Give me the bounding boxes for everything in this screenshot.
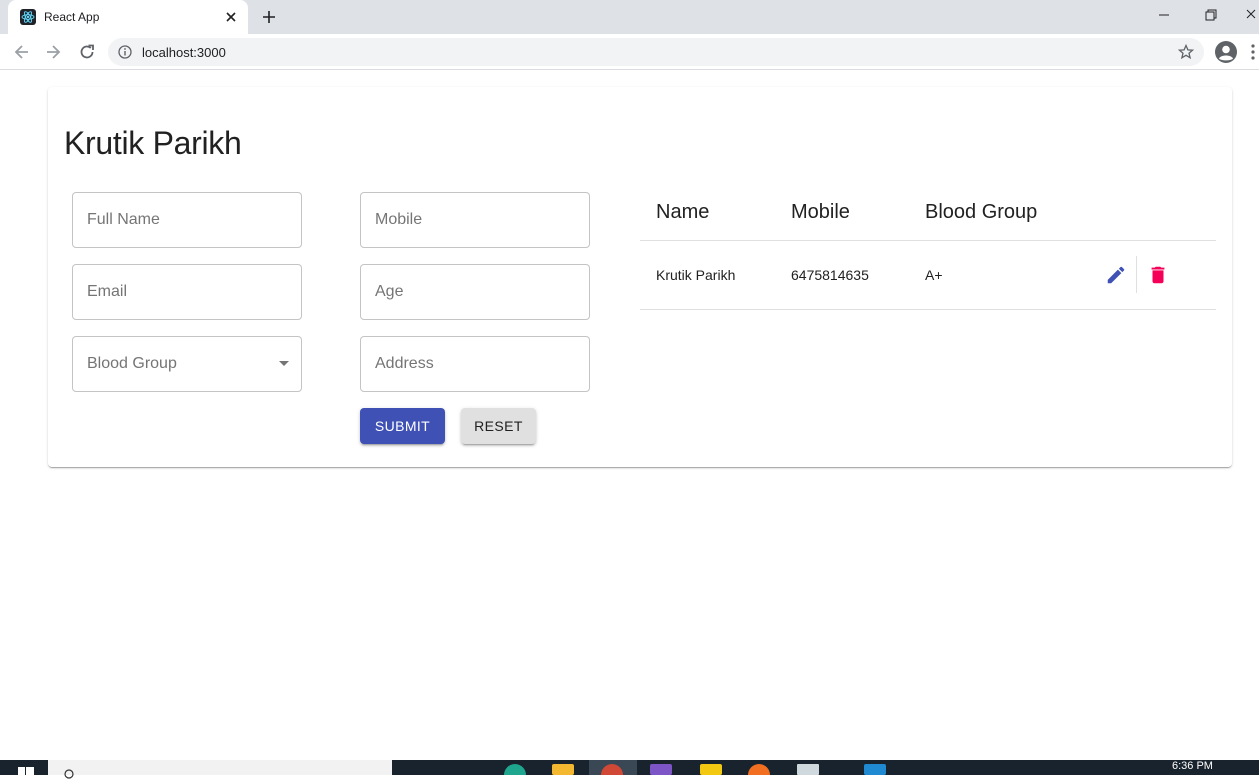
browser-toolbar: localhost:3000: [0, 34, 1259, 70]
window-close-icon[interactable]: [1233, 0, 1259, 30]
os-taskbar: 6:36 PM: [0, 760, 1259, 779]
header-blood-group: Blood Group: [925, 201, 1038, 223]
app-icon[interactable]: [797, 764, 819, 775]
info-icon[interactable]: [118, 45, 132, 59]
header-name: Name: [656, 201, 710, 223]
taskbar-clock: 6:36 PM: [1172, 760, 1213, 772]
react-logo-icon: [20, 9, 36, 25]
address-field[interactable]: Address: [360, 336, 590, 392]
profile-icon[interactable]: [1214, 40, 1238, 64]
app-icon[interactable]: [700, 764, 722, 775]
age-placeholder: Age: [375, 283, 404, 300]
restore-icon[interactable]: [1187, 0, 1233, 30]
header-mobile: Mobile: [791, 201, 850, 223]
blood-group-select[interactable]: Blood Group: [72, 336, 302, 392]
chevron-down-icon: [279, 361, 289, 366]
row-action-divider: [1136, 256, 1137, 293]
blood-group-placeholder: Blood Group: [87, 355, 177, 372]
browser-tabstrip: React App: [0, 0, 1259, 34]
address-bar[interactable]: localhost:3000: [108, 38, 1204, 66]
reset-button[interactable]: RESET: [461, 408, 536, 444]
submit-button[interactable]: SUBMIT: [360, 408, 445, 444]
visual-studio-icon[interactable]: [650, 764, 672, 775]
forward-icon[interactable]: [43, 42, 63, 62]
url-text: localhost:3000: [142, 45, 226, 60]
plus-icon[interactable]: [260, 8, 278, 26]
age-field[interactable]: Age: [360, 264, 590, 320]
address-placeholder: Address: [375, 355, 434, 372]
reload-icon[interactable]: [77, 42, 97, 62]
taskbar-search[interactable]: [48, 760, 392, 779]
app-icon[interactable]: [748, 764, 770, 775]
full-name-field[interactable]: Full Name: [72, 192, 302, 248]
star-icon[interactable]: [1177, 43, 1195, 61]
cell-name: Krutik Parikh: [656, 267, 736, 283]
cell-blood-group: A+: [925, 267, 943, 283]
windows-start-icon[interactable]: [18, 763, 34, 776]
edge-app-icon[interactable]: [504, 764, 526, 775]
email-placeholder: Email: [87, 283, 128, 300]
browser-tab[interactable]: React App: [8, 0, 248, 34]
table-row: Krutik Parikh 6475814635 A+: [640, 241, 1216, 310]
cell-mobile: 6475814635: [791, 267, 869, 283]
more-icon[interactable]: [1250, 43, 1256, 61]
file-explorer-icon[interactable]: [552, 764, 574, 775]
tab-title: React App: [44, 10, 100, 24]
table-header: Name Mobile Blood Group: [640, 187, 1216, 241]
email-field[interactable]: Email: [72, 264, 302, 320]
records-table: Name Mobile Blood Group Krutik Parikh 64…: [640, 187, 1216, 310]
delete-icon[interactable]: [1147, 264, 1169, 286]
edit-icon[interactable]: [1105, 264, 1127, 286]
close-icon[interactable]: [222, 8, 240, 26]
form-card: Krutik Parikh Full Name Mobile Email Age…: [48, 87, 1232, 467]
minimize-icon[interactable]: [1141, 0, 1187, 30]
mobile-placeholder: Mobile: [375, 211, 423, 228]
page-title: Krutik Parikh: [64, 125, 242, 161]
full-name-placeholder: Full Name: [87, 211, 160, 228]
back-icon[interactable]: [12, 42, 32, 62]
mobile-field[interactable]: Mobile: [360, 192, 590, 248]
vscode-icon[interactable]: [864, 764, 886, 775]
